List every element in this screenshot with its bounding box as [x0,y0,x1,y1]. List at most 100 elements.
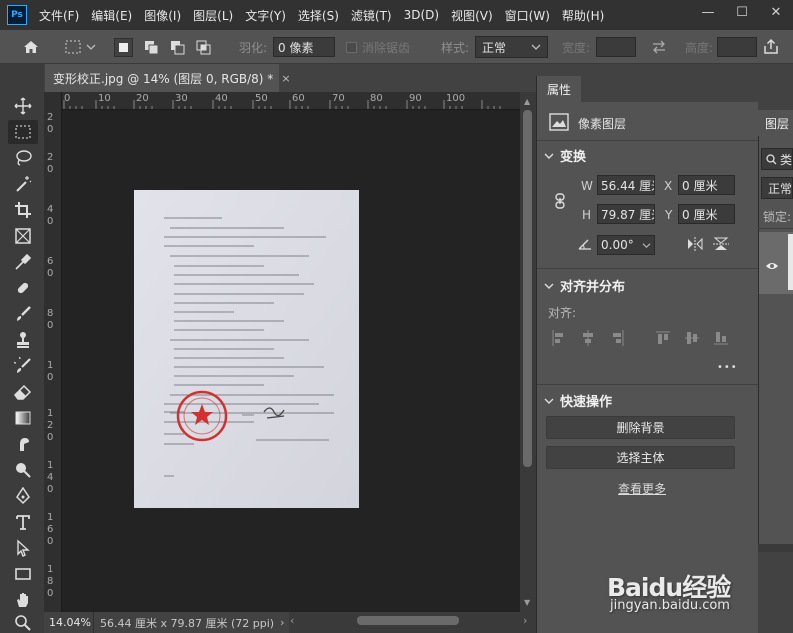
magic-wand-tool[interactable] [12,174,34,194]
smudge-tool[interactable] [12,434,34,454]
close-tab-icon[interactable]: × [281,72,290,85]
antialias-checkbox[interactable] [346,41,357,53]
zoom-tool[interactable] [12,613,34,633]
ruler-label: 0 [47,536,54,547]
intersect-selection-button[interactable] [194,38,213,57]
ruler-label: 1 [47,564,54,575]
clone-stamp-tool[interactable] [12,330,34,350]
ruler-label: 2 [47,112,54,123]
ruler-label: 70 [332,93,345,104]
align-top-button[interactable] [656,330,670,349]
lasso-tool[interactable] [12,148,34,168]
ruler-label: 0 [47,484,54,495]
gradient-tool[interactable] [12,408,34,428]
scroll-up-icon[interactable]: ▲ [524,97,530,106]
height-field[interactable]: 79.87 厘米 [597,204,655,224]
menu-window[interactable]: 窗口(W) [505,7,550,24]
vertical-scroll-thumb[interactable] [523,110,532,467]
link-dimensions-button[interactable] [554,193,566,212]
ruler-label: 10 [98,93,111,104]
type-tool[interactable] [12,512,34,532]
feather-input[interactable]: 0 像素 [273,37,336,57]
y-field[interactable]: 0 厘米 [678,204,735,224]
align-bottom-button[interactable] [714,330,728,349]
scroll-down-icon[interactable]: ▼ [524,598,530,607]
menu-help[interactable]: 帮助(H) [562,7,604,24]
menu-filter[interactable]: 滤镜(T) [351,7,392,24]
transform-section-header[interactable]: 变换 [544,146,586,165]
scroll-right-icon[interactable]: › [523,614,527,627]
rect-marquee-tool[interactable] [8,120,38,144]
layers-tab[interactable]: 图层 [758,110,793,136]
eyedropper-tool[interactable] [12,252,34,272]
pen-tool[interactable] [12,486,34,506]
layer-kind-filter[interactable]: 类 [761,148,793,170]
frame-tool[interactable] [12,226,34,246]
blend-mode-select[interactable]: 正常 [761,177,793,199]
zoom-level[interactable]: 14.04% [44,612,94,633]
document-tab[interactable]: 变形校正.jpg @ 14% (图层 0, RGB/8) * × [45,64,291,92]
horizontal-ruler[interactable]: 0 10 20 30 40 50 60 70 80 90 100 [62,92,520,110]
rectangle-tool[interactable] [12,564,34,584]
menu-layer[interactable]: 图层(L) [193,7,233,24]
see-more-link[interactable]: 查看更多 [618,480,666,497]
menu-edit[interactable]: 编辑(E) [91,7,132,24]
menu-view[interactable]: 视图(V) [451,7,493,24]
height-input[interactable] [717,37,758,57]
flip-vertical-button[interactable] [713,236,729,255]
new-selection-button[interactable] [114,38,133,57]
home-button[interactable] [22,30,40,64]
align-hcenter-button[interactable] [581,330,595,349]
subtract-selection-icon [171,41,185,55]
add-selection-icon [145,41,159,55]
eraser-tool[interactable] [12,382,34,402]
document-image[interactable] [134,190,359,508]
remove-background-button[interactable]: 删除背景 [546,416,735,439]
more-options-button[interactable]: ••• [717,362,738,373]
healing-brush-tool[interactable] [12,278,34,298]
properties-tab[interactable]: 属性 [537,76,581,102]
rectangle-icon [15,568,31,580]
flip-horizontal-button[interactable] [686,237,704,254]
brush-tool[interactable] [12,304,34,324]
share-button[interactable] [762,30,780,64]
visibility-eye-icon[interactable] [765,260,779,274]
style-select[interactable]: 正常 [475,36,549,58]
crop-tool[interactable] [12,200,34,220]
menu-file[interactable]: 文件(F) [39,7,79,24]
angle-field[interactable]: 0.00° [597,235,655,255]
eyedropper-icon [15,253,32,270]
dodge-tool[interactable] [12,460,34,480]
maximize-button[interactable]: ☐ [725,0,759,24]
history-brush-tool[interactable] [12,356,34,376]
add-selection-button[interactable] [142,38,161,57]
width-field[interactable]: 56.44 厘米 [597,175,655,195]
align-right-button[interactable] [610,330,624,349]
close-button[interactable]: ✕ [759,0,793,24]
bandage-icon [17,282,29,294]
scanned-document-preview [134,190,359,508]
align-vcenter-button[interactable] [685,330,699,349]
align-section-header[interactable]: 对齐并分布 [544,276,625,295]
menu-select[interactable]: 选择(S) [298,7,339,24]
hand-tool[interactable] [12,590,34,610]
status-menu-arrow[interactable]: › [280,616,284,629]
marquee-preset-picker[interactable] [64,30,96,64]
path-selection-tool[interactable] [12,538,34,558]
move-tool[interactable] [12,96,34,116]
swap-dimensions-button[interactable] [651,30,667,64]
minimize-button[interactable]: — [691,0,725,24]
quick-actions-section-header[interactable]: 快速操作 [544,391,612,410]
menu-image[interactable]: 图像(I) [144,7,181,24]
menu-3d[interactable]: 3D(D) [404,8,439,22]
vertical-ruler[interactable]: 2 0 2 0 4 0 6 0 8 0 1 0 1 2 0 1 4 0 1 6 … [44,92,62,612]
align-left-button[interactable] [552,330,566,349]
scroll-left-icon[interactable]: ‹ [290,614,294,627]
menu-type[interactable]: 文字(Y) [245,7,286,24]
subtract-selection-button[interactable] [168,38,187,57]
select-subject-button[interactable]: 选择主体 [546,446,735,469]
lock-label: 锁定: [763,210,792,224]
horizontal-scroll-thumb[interactable] [357,616,459,625]
width-input[interactable] [596,37,637,57]
x-field[interactable]: 0 厘米 [678,175,735,195]
